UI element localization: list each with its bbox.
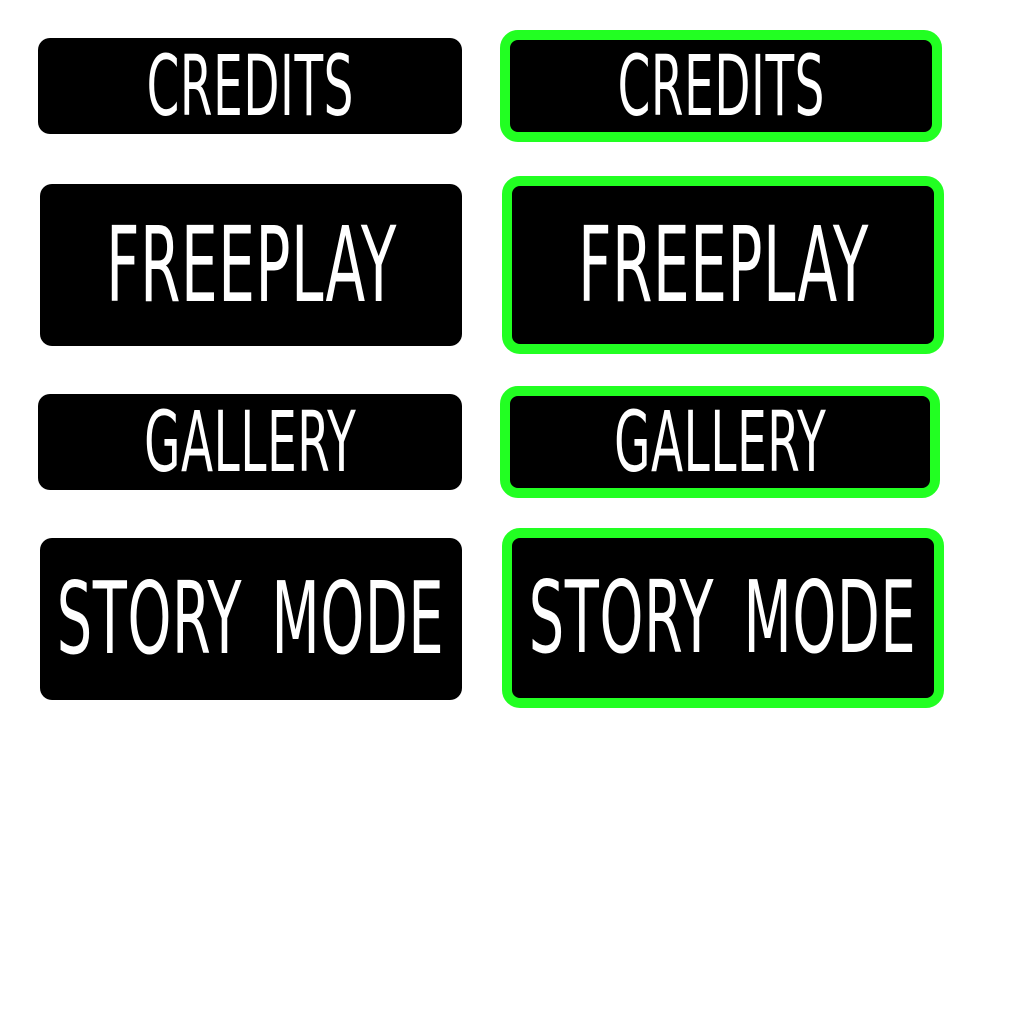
freeplay-button-selected[interactable]: FREEPLAY [502,176,944,354]
freeplay-button-label: FREEPLAY [105,204,397,326]
credits-button-selected[interactable]: CREDITS [500,30,942,142]
story-mode-button-selected[interactable]: STORY MODE [502,528,944,708]
story-mode-button[interactable]: STORY MODE [40,538,462,700]
story-mode-button-label: STORY MODE [57,560,445,677]
freeplay-button-selected-label: FREEPLAY [577,204,869,326]
gallery-button-selected-label: GALLERY [613,393,827,491]
credits-button-selected-label: CREDITS [617,37,825,135]
story-mode-button-selected-label: STORY MODE [529,559,917,676]
credits-button[interactable]: CREDITS [38,38,462,134]
gallery-button-label: GALLERY [143,393,357,491]
gallery-button[interactable]: GALLERY [38,394,462,490]
gallery-button-selected[interactable]: GALLERY [500,386,940,498]
freeplay-button[interactable]: FREEPLAY [40,184,462,346]
credits-button-label: CREDITS [146,37,354,135]
menu-button-sprite-sheet: CREDITS FREEPLAY GALLERY STORY MODE CRED… [0,0,1024,1024]
